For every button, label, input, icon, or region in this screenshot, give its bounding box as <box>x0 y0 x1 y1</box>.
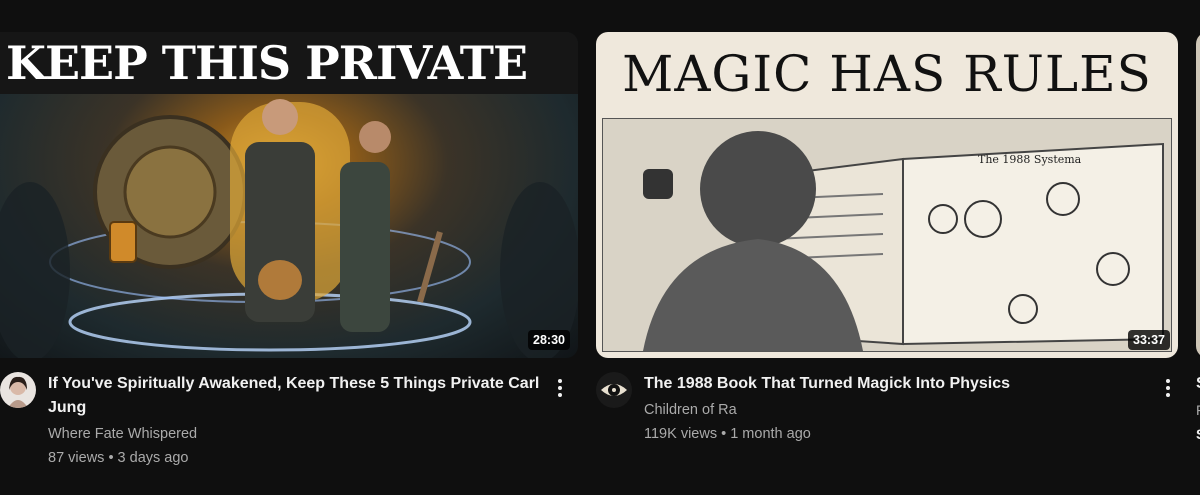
video-title[interactable]: If You've Spiritually Awakened, Keep The… <box>48 372 542 420</box>
video-thumbnail[interactable]: MAGIC HAS RULES The 1988 Systema 33:37 <box>596 32 1178 358</box>
video-stats: 119K views • 1 month ago <box>644 426 811 442</box>
duration-badge: 33:37 <box>1128 330 1170 350</box>
thumbnail-illustration: The 1988 Systema <box>602 118 1172 352</box>
book-heading: The 1988 Systema <box>978 153 1082 166</box>
more-vert-icon[interactable] <box>1156 376 1180 400</box>
thumbnail-title-text: KEEP THIS PRIVATE <box>6 36 528 90</box>
thumbnail-title-text: MAGIC HAS RULES <box>622 45 1152 103</box>
channel-name[interactable]: Children of Ra <box>644 398 1142 422</box>
video-stats: S <box>1196 422 1200 446</box>
channel-name[interactable]: F <box>1196 398 1200 422</box>
video-stats: 87 views • 3 days ago <box>48 450 189 466</box>
thumbnail-banner: MAGIC HAS RULES <box>596 32 1178 116</box>
video-thumbnail[interactable]: KEEP THIS PRIVATE 28:30 <box>0 32 578 358</box>
video-card[interactable]: MAGIC HAS RULES The 1988 Systema 33:37 T… <box>596 32 1178 482</box>
thumbnail-banner: KEEP THIS PRIVATE <box>0 32 578 94</box>
channel-avatar[interactable] <box>596 372 632 408</box>
thumbnail-image <box>1196 32 1200 358</box>
duration-badge: 28:30 <box>528 330 570 350</box>
video-card[interactable]: S F S <box>1196 32 1200 482</box>
video-card[interactable]: KEEP THIS PRIVATE 28:30 If You've Spirit… <box>0 32 578 482</box>
more-vert-icon[interactable] <box>548 376 572 400</box>
video-title[interactable]: S <box>1196 372 1200 396</box>
video-thumbnail[interactable] <box>1196 32 1200 358</box>
video-title[interactable]: The 1988 Book That Turned Magick Into Ph… <box>644 372 1142 396</box>
channel-avatar[interactable] <box>0 372 36 408</box>
channel-name[interactable]: Where Fate Whispered <box>48 422 542 446</box>
thumbnail-image: MAGIC HAS RULES The 1988 Systema <box>596 32 1178 358</box>
